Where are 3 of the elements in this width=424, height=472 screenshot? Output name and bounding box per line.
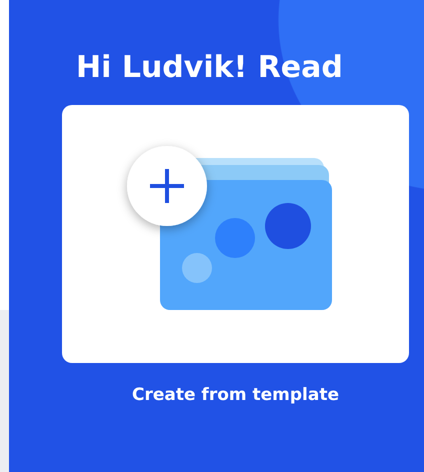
template-card[interactable]	[62, 105, 409, 363]
create-from-template-label: Create from template	[130, 385, 340, 405]
greeting-heading: Hi Ludvik! Read	[76, 50, 343, 86]
